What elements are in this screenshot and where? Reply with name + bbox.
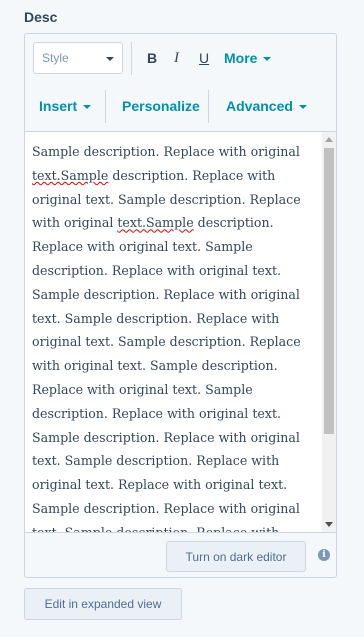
underline-button[interactable]: U [199,50,209,66]
chevron-down-icon [298,104,307,109]
field-label: Desc [24,9,58,25]
editor-body-text[interactable]: Sample description. Replace with origina… [32,140,320,533]
insert-dropdown[interactable]: Insert [39,98,92,114]
chevron-down-icon [83,104,92,109]
style-select-value: Style [42,51,69,65]
style-select[interactable]: Style [33,42,123,74]
personalize-button[interactable]: Personalize [122,98,200,114]
misspelled-word: text.Sample [117,215,194,231]
insert-label: Insert [39,98,78,114]
chevron-down-icon [106,57,114,61]
chevron-down-icon [263,56,272,61]
bold-button[interactable]: B [147,50,157,66]
body-text-segment: Sample description. Replace with origina… [32,144,300,159]
toolbar-divider [208,90,209,123]
vertical-scrollbar[interactable] [322,132,336,532]
editor-content-area[interactable]: Sample description. Replace with origina… [25,131,336,533]
advanced-label: Advanced [226,98,293,114]
expanded-view-button[interactable]: Edit in expanded view [24,588,182,620]
scrollbar-thumb[interactable] [324,148,334,434]
scroll-down-arrow-icon[interactable] [325,522,333,527]
toolbar-divider [105,90,106,123]
advanced-dropdown[interactable]: Advanced [226,98,307,114]
italic-button[interactable]: I [174,50,179,67]
scroll-up-arrow-icon[interactable] [325,137,333,142]
body-text-segment: description. Replace with original text.… [32,215,301,533]
toolbar-divider [131,42,132,75]
more-dropdown[interactable]: More [224,50,272,66]
misspelled-word: text.Sample [32,167,109,183]
more-label: More [224,50,258,66]
info-icon[interactable]: i [318,549,330,561]
dark-editor-button[interactable]: Turn on dark editor [166,541,306,572]
rich-text-editor: Style B I U More Insert Personalize Adva… [24,33,337,578]
